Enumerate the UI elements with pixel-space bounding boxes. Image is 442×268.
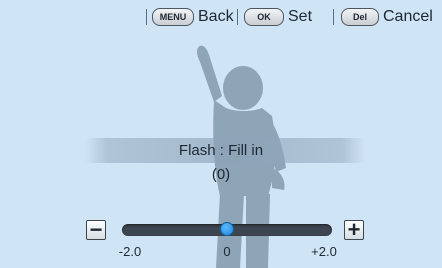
slider-knob[interactable] (220, 222, 234, 236)
plus-icon: + (347, 217, 361, 242)
minus-icon: − (89, 217, 103, 242)
menu-key-icon: MENU (152, 8, 194, 26)
set-label: Set (288, 8, 313, 25)
increase-button[interactable]: + (344, 217, 364, 242)
decrease-button[interactable]: − (86, 217, 106, 242)
cancel-label: Cancel (383, 8, 433, 25)
del-key-icon: Del (341, 8, 379, 26)
separator (333, 9, 334, 25)
cancel-button[interactable]: Del Cancel (341, 5, 433, 29)
separator (146, 9, 147, 25)
flash-settings-screen: MENU Back OK Set Del Cancel Flash : Fill… (0, 0, 442, 268)
slider-tick-center: 0 (223, 244, 231, 259)
flash-mode-label: Flash : Fill in (178, 142, 264, 159)
separator (237, 9, 238, 25)
slider-tick-min: -2.0 (118, 244, 142, 259)
slider-tick-max: +2.0 (311, 244, 337, 259)
ok-key-icon: OK (244, 8, 284, 26)
back-button[interactable]: MENU Back (152, 5, 234, 29)
flash-compensation-value: (0) (211, 166, 231, 183)
top-menu-bar: MENU Back OK Set Del Cancel (0, 0, 442, 34)
back-label: Back (198, 8, 234, 25)
set-button[interactable]: OK Set (244, 5, 312, 29)
